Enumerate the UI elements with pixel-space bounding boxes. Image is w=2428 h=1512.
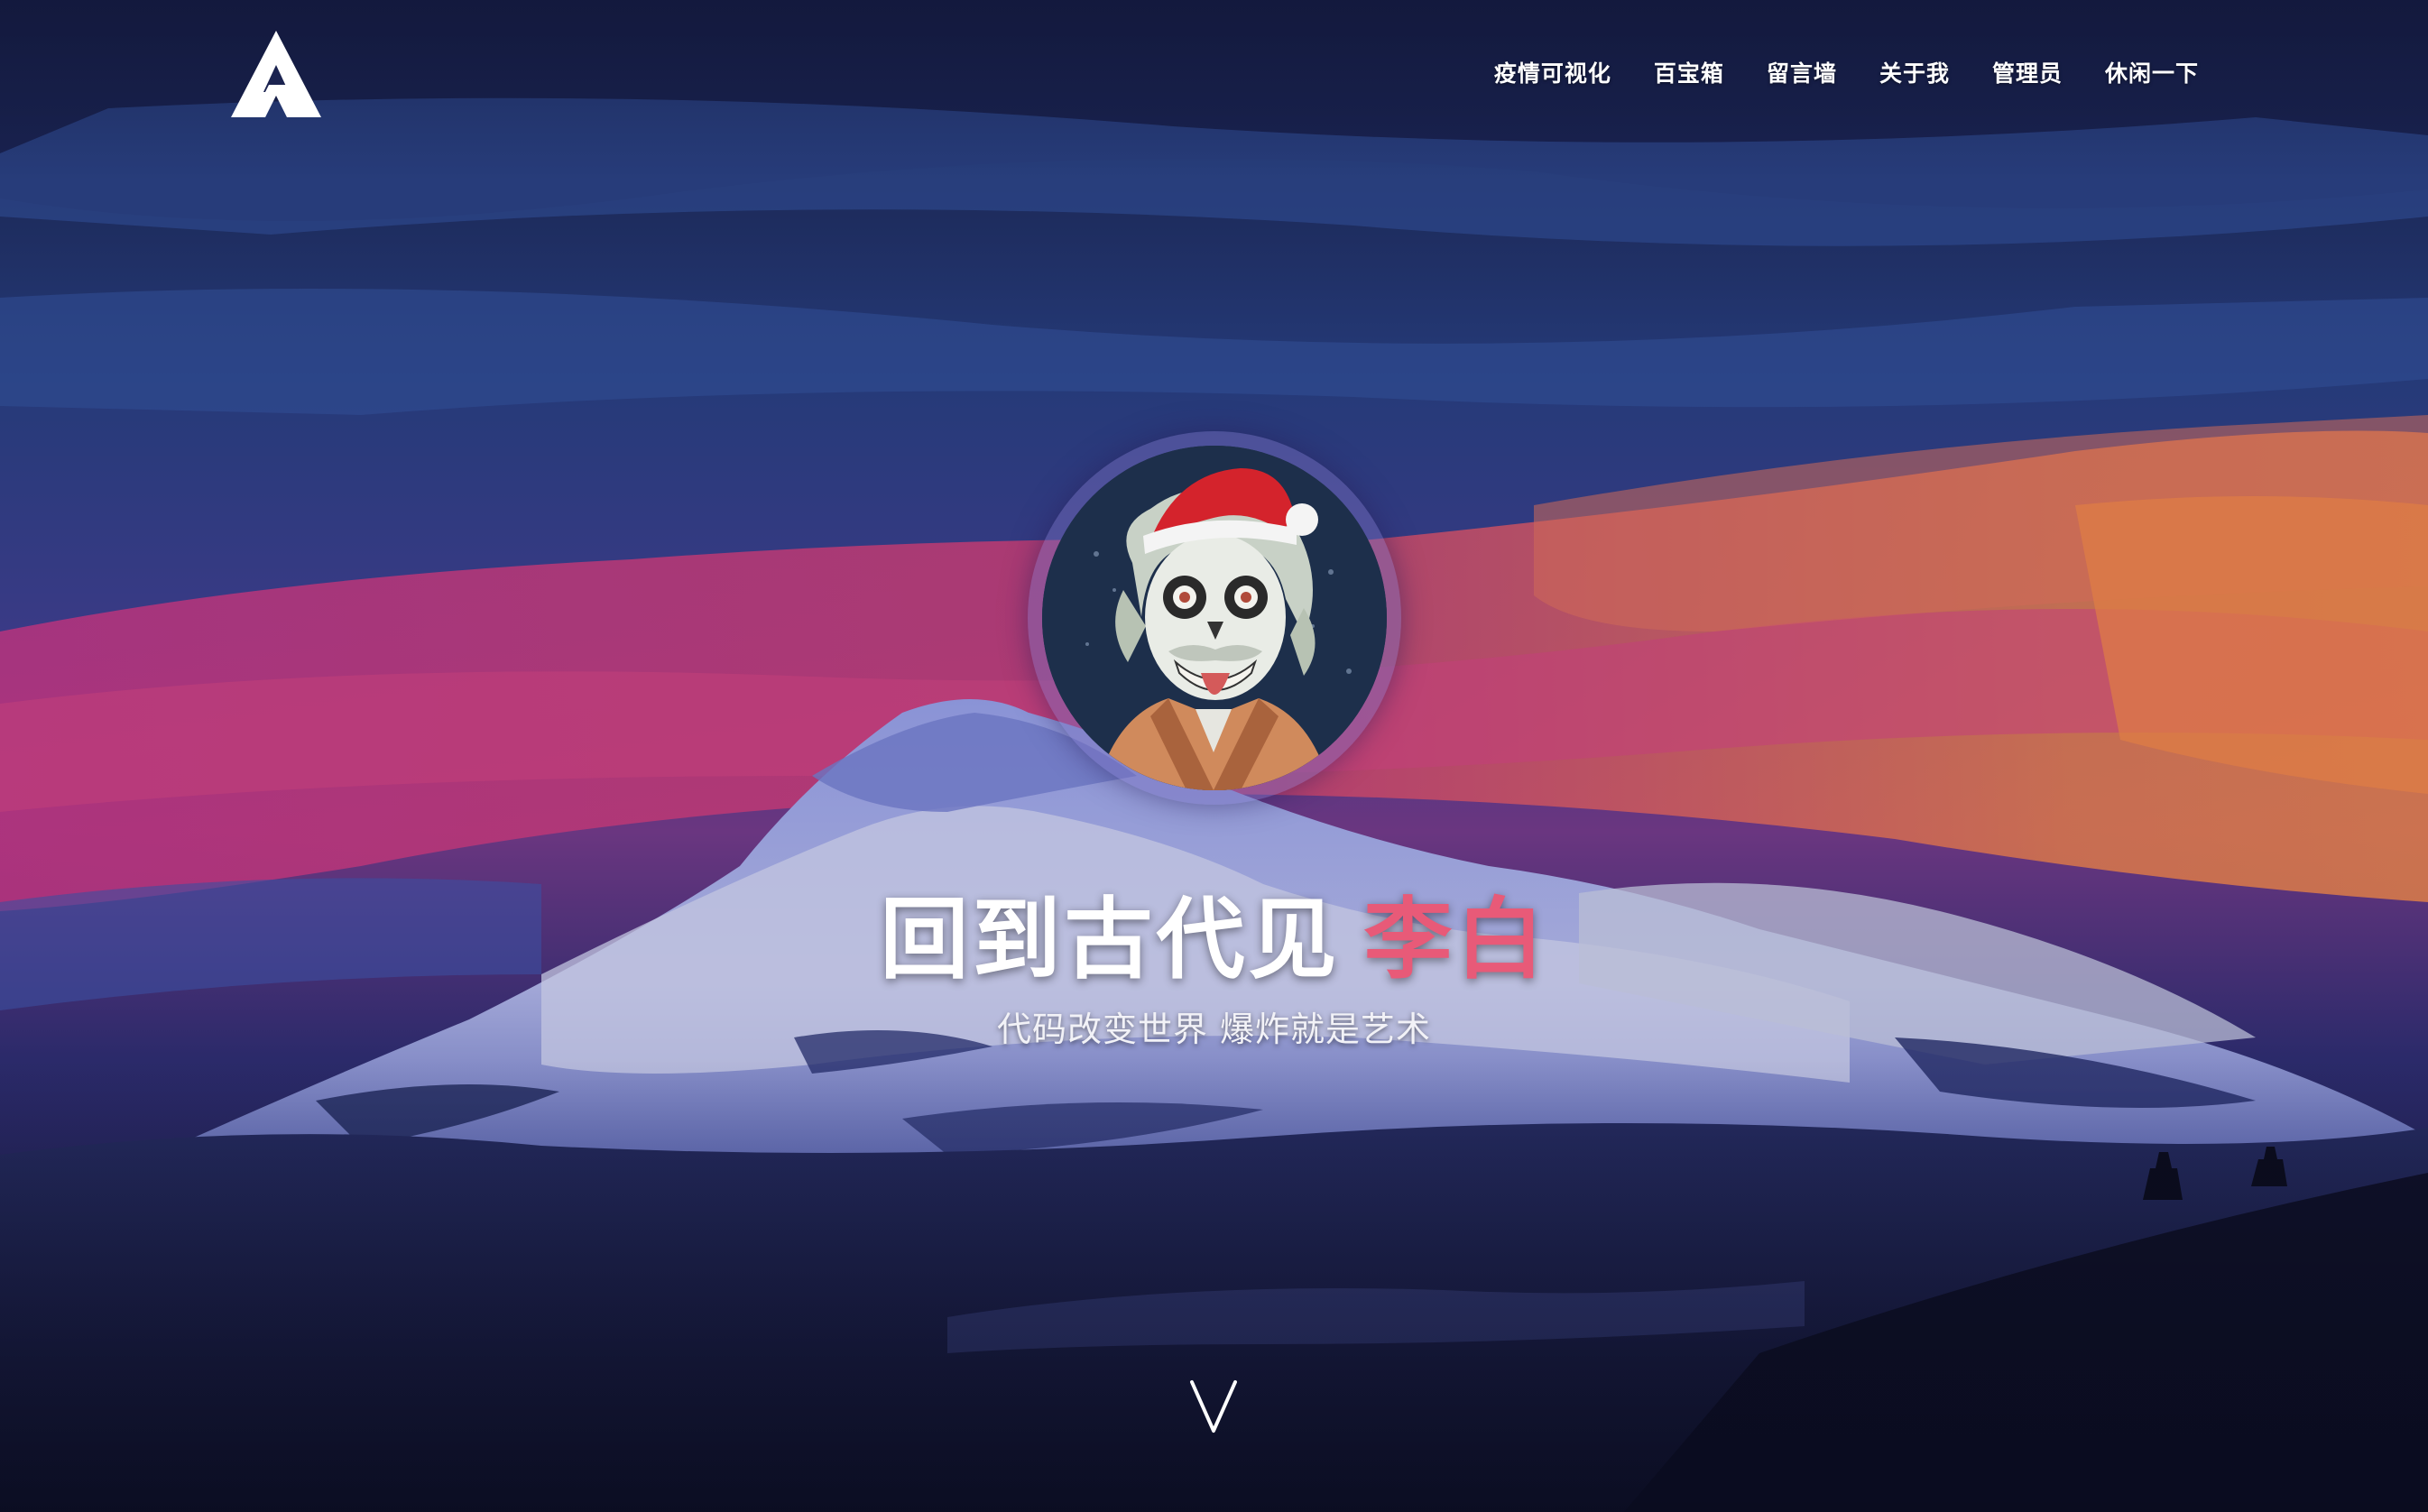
nav-item-admin[interactable]: 管理员 [1992, 56, 2063, 88]
logo-mark-icon [231, 31, 321, 117]
chevron-down-icon [1190, 1380, 1237, 1433]
nav-item-about-me[interactable]: 关于我 [1879, 56, 1950, 88]
nav-item-toolbox[interactable]: 百宝箱 [1654, 56, 1724, 88]
hero-title-main: 回到古代见 [880, 889, 1341, 991]
hero-subtitle: 代码改变世界 爆炸就是艺术 [996, 1010, 1432, 1049]
nav-item-message-wall[interactable]: 留言墙 [1767, 56, 1837, 88]
avatar-image [1042, 446, 1387, 790]
main-nav: 疫情可视化 百宝箱 留言墙 关于我 管理员 休闲一下 [1452, 56, 2199, 88]
page: 疫情可视化 百宝箱 留言墙 关于我 管理员 休闲一下 回到古代见 李白 代码改变… [0, 0, 2428, 1512]
scroll-down-button[interactable] [1186, 1378, 1241, 1436]
skull-santa-avatar-icon [1042, 446, 1387, 790]
avatar[interactable] [1028, 431, 1401, 805]
triangle-a-logo[interactable] [229, 29, 323, 119]
nav-item-epidemic-visualization[interactable]: 疫情可视化 [1494, 56, 1611, 88]
hero-title-accent: 李白 [1363, 889, 1548, 991]
nav-item-relax[interactable]: 休闲一下 [2105, 56, 2199, 88]
hero-title: 回到古代见 李白 [0, 868, 2428, 996]
